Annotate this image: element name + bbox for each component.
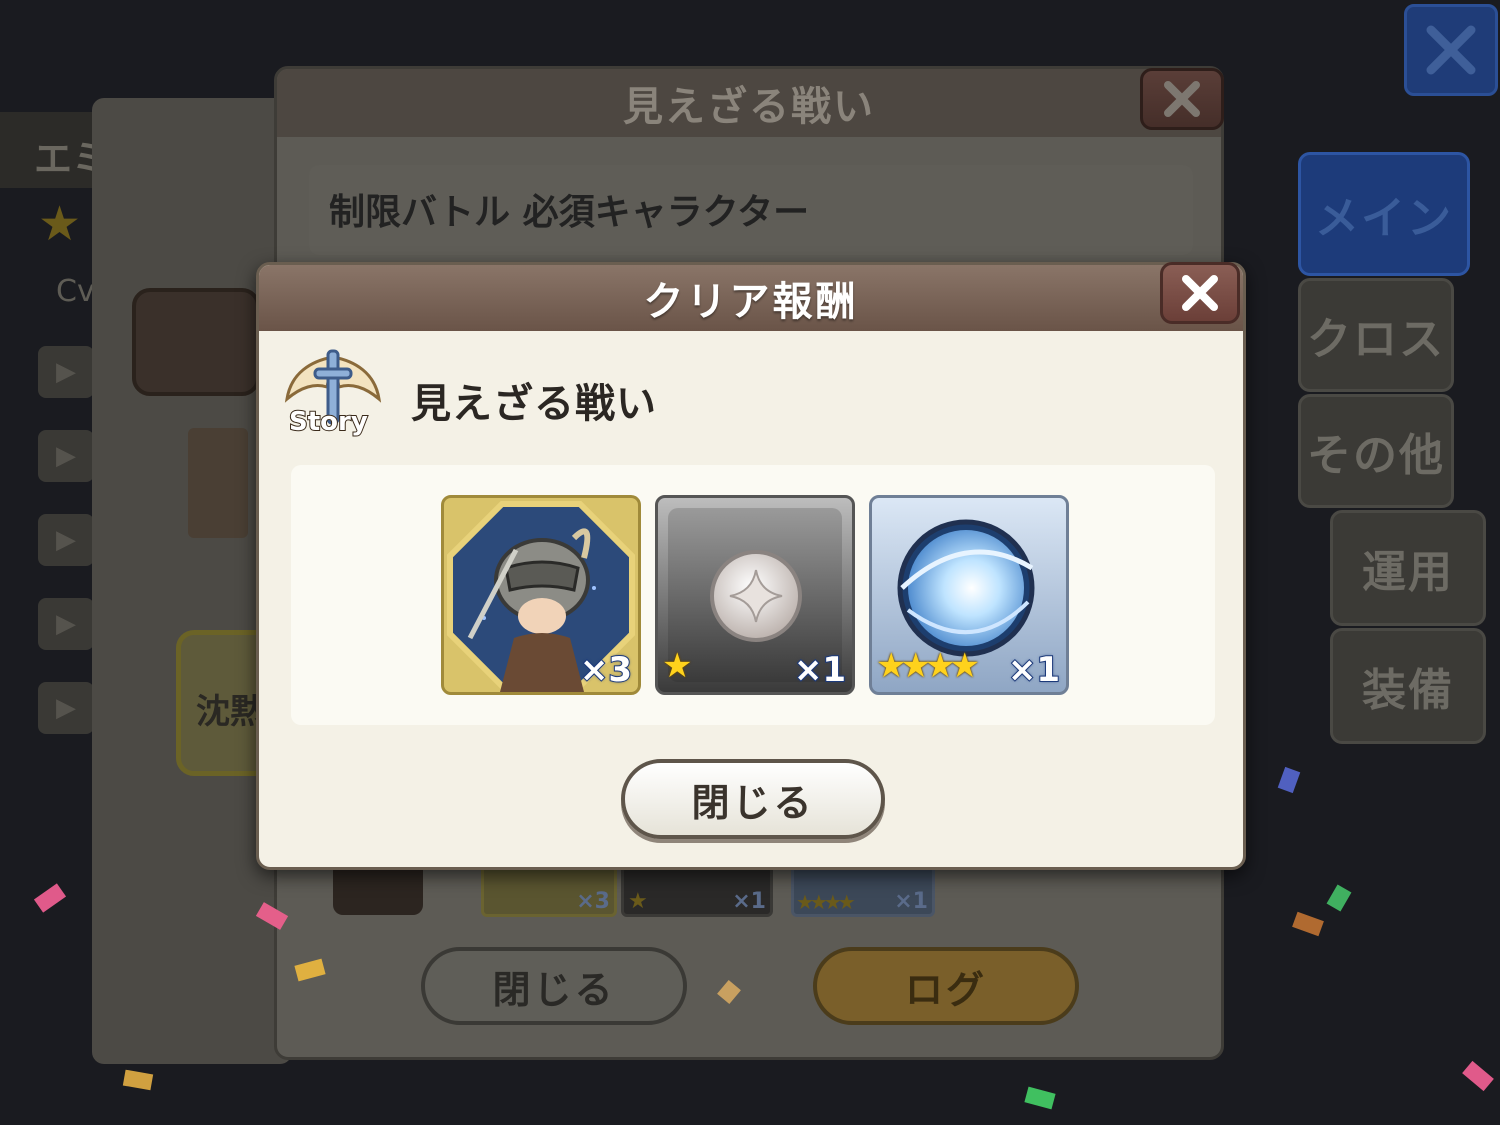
back-mini-reward: ×3 bbox=[481, 865, 617, 917]
back-dialog-subtitle: 制限バトル 必須キャラクター bbox=[309, 165, 1193, 255]
clear-reward-dialog: クリア報酬 Story 見えざる戦い ×3 ★ ×1 ★★★★ ×1 閉じる bbox=[256, 262, 1246, 870]
close-button[interactable]: 閉じる bbox=[621, 759, 885, 839]
close-icon bbox=[1164, 81, 1200, 117]
back-mini-reward: ★ ×1 bbox=[621, 865, 773, 917]
reward-item[interactable]: ×3 bbox=[441, 495, 641, 695]
left-arrow-button[interactable]: ▶ bbox=[38, 514, 94, 566]
confetti-piece bbox=[1024, 1086, 1056, 1110]
back-mini-stars: ★ bbox=[628, 889, 648, 914]
dialog-close-button[interactable] bbox=[1160, 262, 1240, 324]
dialog-title: クリア報酬 bbox=[259, 265, 1243, 331]
tab-equipment[interactable]: 装備 bbox=[1330, 628, 1486, 744]
back-mini-qty: ×3 bbox=[576, 889, 610, 914]
left-sub-label: Cv bbox=[56, 274, 95, 309]
story-badge-label: Story bbox=[288, 406, 369, 438]
back-close-button[interactable]: 閉じる bbox=[421, 947, 687, 1025]
left-star-icon: ★ bbox=[38, 196, 82, 252]
reward-quantity: ×3 bbox=[579, 649, 633, 691]
tab-main[interactable]: メイン bbox=[1298, 152, 1470, 276]
reward-list: ×3 ★ ×1 ★★★★ ×1 bbox=[291, 465, 1215, 725]
back-dialog-close-button[interactable] bbox=[1140, 68, 1224, 130]
tab-operation[interactable]: 運用 bbox=[1330, 510, 1486, 626]
back-mini-reward: ★★★★ ×1 bbox=[791, 865, 935, 917]
reward-quantity: ×1 bbox=[1007, 649, 1061, 691]
tab-cross[interactable]: クロス bbox=[1298, 278, 1454, 392]
close-icon bbox=[1182, 275, 1218, 311]
confetti-piece bbox=[33, 883, 67, 913]
back-mini-qty: ×1 bbox=[894, 889, 928, 914]
left-stage-button-label: 沈黙 bbox=[196, 692, 264, 732]
reward-item[interactable]: ★★★★ ×1 bbox=[869, 495, 1069, 695]
reward-rarity: ★ bbox=[662, 646, 693, 686]
back-mini-qty: ×1 bbox=[732, 889, 766, 914]
left-arrow-button[interactable]: ▶ bbox=[38, 430, 94, 482]
tower-icon bbox=[188, 428, 248, 538]
back-dialog-title: 見えざる戦い bbox=[277, 69, 1221, 137]
story-badge: Story bbox=[281, 347, 385, 451]
reward-rarity: ★★★★ bbox=[876, 646, 980, 686]
confetti-piece bbox=[1292, 911, 1324, 937]
reward-item[interactable]: ★ ×1 bbox=[655, 495, 855, 695]
corner-close-button[interactable] bbox=[1404, 4, 1498, 96]
stage-name: 見えざる戦い bbox=[411, 381, 657, 427]
confetti-piece bbox=[122, 1069, 154, 1091]
log-button[interactable]: ログ bbox=[813, 947, 1079, 1025]
reward-quantity: ×1 bbox=[793, 649, 847, 691]
confetti-piece bbox=[1462, 1060, 1494, 1092]
left-arrow-button[interactable]: ▶ bbox=[38, 682, 94, 734]
back-mini-stars: ★★★★ bbox=[796, 890, 856, 914]
tab-other[interactable]: その他 bbox=[1298, 394, 1454, 508]
left-arrow-button[interactable]: ▶ bbox=[38, 598, 94, 650]
close-icon bbox=[1426, 25, 1476, 75]
left-arrow-button[interactable]: ▶ bbox=[38, 346, 94, 398]
confetti-piece bbox=[1326, 884, 1352, 912]
treasure-chest-icon bbox=[132, 288, 260, 396]
confetti-piece bbox=[1277, 766, 1301, 794]
